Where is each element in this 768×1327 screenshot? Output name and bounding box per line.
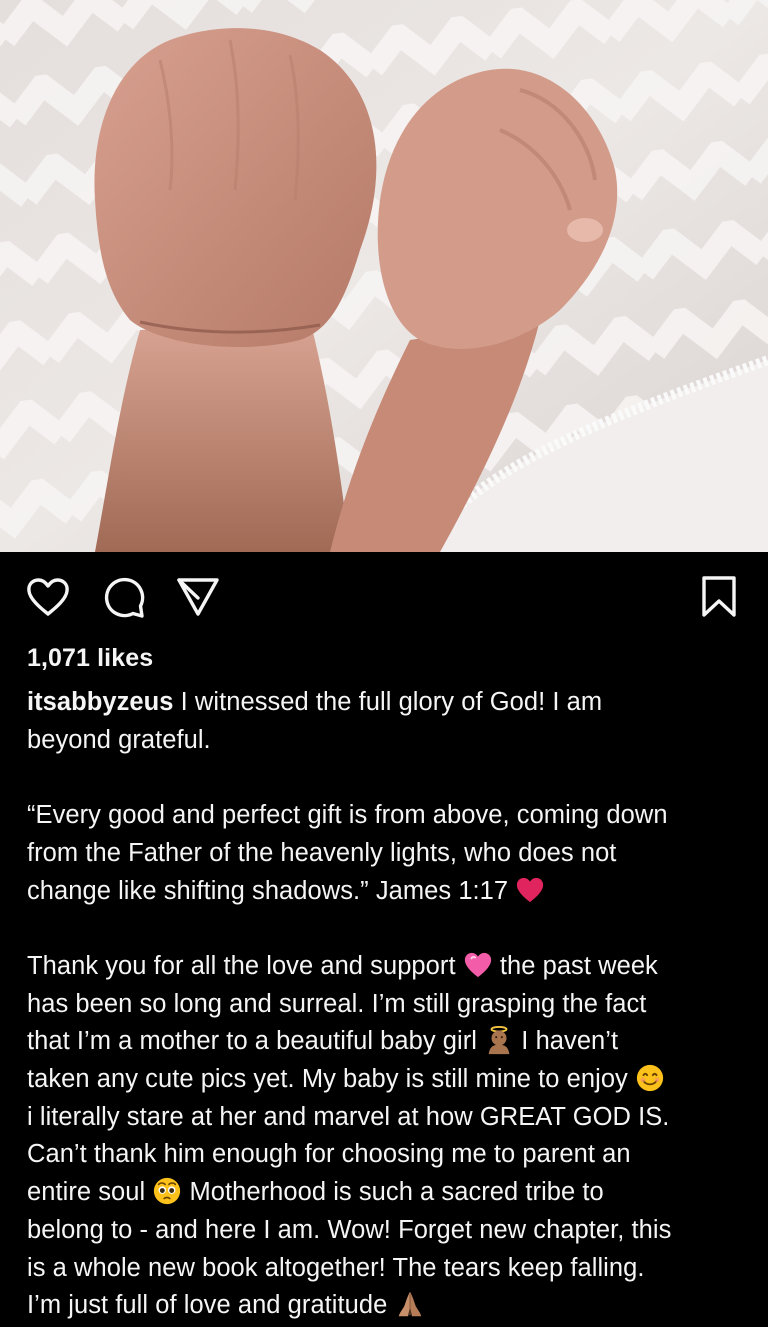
post-caption: itsabbyzeus I witnessed the full glory o…: [27, 684, 752, 1325]
caption-text: Thank you for all the love and support: [27, 951, 456, 980]
caption-text: change like shifting shadows.” James 1:1…: [27, 876, 509, 905]
caption-text: the past week: [499, 951, 658, 980]
folded-hands-emoji-icon: [398, 1292, 421, 1317]
baby-hands-photo: [0, 0, 768, 552]
heart-outline-icon[interactable]: [25, 574, 71, 620]
caption-text: from the Father of the heavenly lights, …: [27, 838, 617, 867]
post-action-bar: [0, 552, 768, 642]
post-image[interactable]: [0, 0, 768, 552]
caption-text: has been so long and surreal. I’m still …: [27, 989, 647, 1018]
caption-text: i literally stare at her and marvel at h…: [27, 1102, 670, 1131]
caption-text: that I’m a mother to a beautiful baby gi…: [27, 1027, 478, 1056]
baby-angel-emoji-icon: [488, 1026, 510, 1055]
caption-text: I witnessed the full glory of God! I am: [180, 688, 603, 716]
caption-text: beyond grateful.: [27, 725, 211, 754]
paper-plane-icon[interactable]: [175, 574, 221, 620]
caption-paragraph-3: Thank you for all the love and support t…: [27, 948, 752, 1325]
caption-text: I’m just full of love and gratitude: [27, 1291, 388, 1320]
caption-paragraph-2: “Every good and perfect gift is from abo…: [27, 797, 752, 910]
caption-text: belong to - and here I am. Wow! Forget n…: [27, 1215, 672, 1244]
caption-text: is a whole new book altogether! The tear…: [27, 1253, 645, 1282]
bookmark-icon[interactable]: [696, 574, 742, 620]
caption-text: Motherhood is such a sacred tribe to: [189, 1178, 604, 1207]
red-heart-emoji-icon: [517, 877, 544, 902]
caption-username[interactable]: itsabbyzeus: [27, 688, 174, 716]
caption-text: entire soul: [27, 1178, 146, 1207]
caption-paragraph-1: itsabbyzeus I witnessed the full glory o…: [27, 684, 752, 759]
caption-text: I haven’t: [521, 1027, 619, 1056]
caption-text: Can’t thank him enough for choosing me t…: [27, 1140, 631, 1169]
pink-heart-emoji-icon: [464, 952, 491, 978]
likes-count[interactable]: 1,071 likes: [27, 644, 153, 673]
pleading-face-emoji-icon: [154, 1177, 181, 1205]
comment-bubble-icon[interactable]: [101, 574, 147, 620]
smiling-face-emoji-icon: [636, 1064, 664, 1092]
caption-text: “Every good and perfect gift is from abo…: [27, 801, 668, 830]
caption-text: taken any cute pics yet. My baby is stil…: [27, 1065, 628, 1093]
